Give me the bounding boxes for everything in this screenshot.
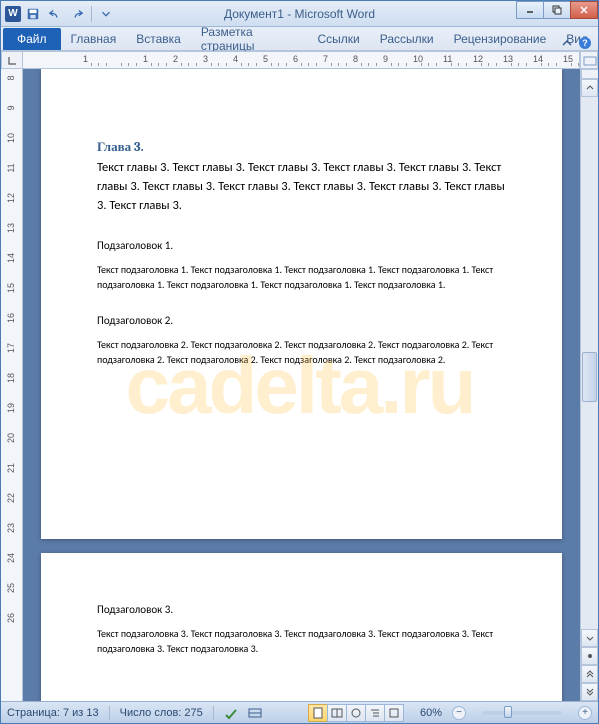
redo-icon xyxy=(70,7,84,21)
view-buttons xyxy=(309,704,404,722)
page-indicator[interactable]: Страница: 7 из 13 xyxy=(7,707,99,719)
prev-page-button[interactable] xyxy=(581,665,598,683)
titlebar: W Документ1 - Microsoft Word xyxy=(1,1,598,27)
ribbon-help-area: ? xyxy=(560,36,592,50)
chapter-body[interactable]: Текст главы 3. Текст главы 3. Текст глав… xyxy=(97,159,506,215)
undo-icon xyxy=(48,7,62,21)
tab-home[interactable]: Главная xyxy=(61,28,127,50)
horizontal-ruler[interactable]: 112345678910111213141516 xyxy=(23,51,580,69)
chapter-heading[interactable]: Глава 3. xyxy=(97,139,506,155)
zoom-slider-knob[interactable] xyxy=(504,706,512,718)
next-page-button[interactable] xyxy=(581,683,598,701)
print-layout-icon xyxy=(312,707,324,719)
browse-object-icon xyxy=(586,652,594,660)
web-icon xyxy=(350,707,362,719)
dropdown-icon xyxy=(99,7,113,21)
draft-view[interactable] xyxy=(384,704,404,722)
document-page: Подзаголовок 3. Текст подзаголовка 3. Те… xyxy=(41,553,562,701)
tab-review[interactable]: Рецензирование xyxy=(444,28,557,50)
save-button[interactable] xyxy=(23,4,43,24)
subheading-2[interactable]: Подзаголовок 2. xyxy=(97,314,506,327)
tab-page-layout[interactable]: Разметка страницы xyxy=(191,28,308,50)
close-icon xyxy=(579,5,589,15)
zoom-percent[interactable]: 60% xyxy=(420,707,442,719)
ruler-toggle-button[interactable] xyxy=(580,51,598,69)
scroll-thumb[interactable] xyxy=(582,352,597,402)
undo-button[interactable] xyxy=(45,4,65,24)
tab-mailings[interactable]: Рассылки xyxy=(370,28,444,50)
scroll-up-button[interactable] xyxy=(581,79,598,97)
close-button[interactable] xyxy=(570,1,598,19)
scroll-track[interactable] xyxy=(581,97,598,629)
subheading-1[interactable]: Подзаголовок 1. xyxy=(97,239,506,252)
document-page: Глава 3. Текст главы 3. Текст главы 3. Т… xyxy=(41,69,562,539)
tab-selector[interactable] xyxy=(1,51,23,69)
redo-button[interactable] xyxy=(67,4,87,24)
ruler-horizontal-area: 112345678910111213141516 xyxy=(1,51,598,69)
document-area[interactable]: Глава 3. Текст главы 3. Текст главы 3. Т… xyxy=(23,69,580,701)
help-icon[interactable]: ? xyxy=(578,36,592,50)
save-icon xyxy=(26,7,40,21)
vertical-ruler[interactable]: 891011121314151617181920212223242526 xyxy=(1,69,23,701)
ribbon-tabs: Файл Главная Вставка Разметка страницы С… xyxy=(1,27,598,51)
web-layout-view[interactable] xyxy=(346,704,366,722)
minimize-icon xyxy=(525,5,535,15)
statusbar: Страница: 7 из 13 Число слов: 275 60% − … xyxy=(1,701,598,723)
double-chevron-up-icon xyxy=(586,670,594,678)
window-title: Документ1 - Microsoft Word xyxy=(224,7,375,21)
file-tab[interactable]: Файл xyxy=(3,28,61,50)
minimize-button[interactable] xyxy=(516,1,544,19)
tab-insert[interactable]: Вставка xyxy=(126,28,191,50)
qat-customize-button[interactable] xyxy=(96,4,116,24)
quick-access-toolbar: W xyxy=(1,4,116,24)
subheading-3[interactable]: Подзаголовок 3. xyxy=(97,603,506,616)
chevron-down-icon xyxy=(586,634,594,642)
subbody-3[interactable]: Текст подзаголовка 3. Текст подзаголовка… xyxy=(97,626,506,656)
draft-icon xyxy=(388,707,400,719)
maximize-button[interactable] xyxy=(543,1,571,19)
window-controls xyxy=(517,1,598,19)
word-count[interactable]: Число слов: 275 xyxy=(120,707,203,719)
split-handle[interactable] xyxy=(581,69,598,79)
zoom-slider[interactable] xyxy=(482,711,562,715)
browse-object-button[interactable] xyxy=(581,647,598,665)
status-separator xyxy=(213,706,214,720)
double-chevron-down-icon xyxy=(586,688,594,696)
scroll-down-button[interactable] xyxy=(581,629,598,647)
ruler-toggle-icon xyxy=(581,52,599,70)
vertical-scrollbar xyxy=(580,69,598,701)
reading-icon xyxy=(331,707,343,719)
minimize-ribbon-icon[interactable] xyxy=(560,36,574,50)
full-screen-reading-view[interactable] xyxy=(327,704,347,722)
outline-icon xyxy=(369,707,381,719)
qat-separator xyxy=(91,6,92,22)
print-layout-view[interactable] xyxy=(308,704,328,722)
svg-text:?: ? xyxy=(582,38,588,48)
language-icon[interactable] xyxy=(248,706,262,720)
tab-selector-icon xyxy=(7,55,18,66)
workspace: 891011121314151617181920212223242526 Гла… xyxy=(1,69,598,701)
maximize-icon xyxy=(552,5,562,15)
subbody-1[interactable]: Текст подзаголовка 1. Текст подзаголовка… xyxy=(97,262,506,292)
zoom-out-button[interactable]: − xyxy=(452,706,466,720)
word-window: W Документ1 - Microsoft Word Файл Главна… xyxy=(0,0,599,724)
subbody-2[interactable]: Текст подзаголовка 2. Текст подзаголовка… xyxy=(97,337,506,367)
outline-view[interactable] xyxy=(365,704,385,722)
word-app-icon[interactable]: W xyxy=(5,6,21,22)
spellcheck-icon[interactable] xyxy=(224,706,238,720)
zoom-in-button[interactable]: + xyxy=(578,706,592,720)
chevron-up-icon xyxy=(586,84,594,92)
tab-references[interactable]: Ссылки xyxy=(308,28,370,50)
status-separator xyxy=(109,706,110,720)
